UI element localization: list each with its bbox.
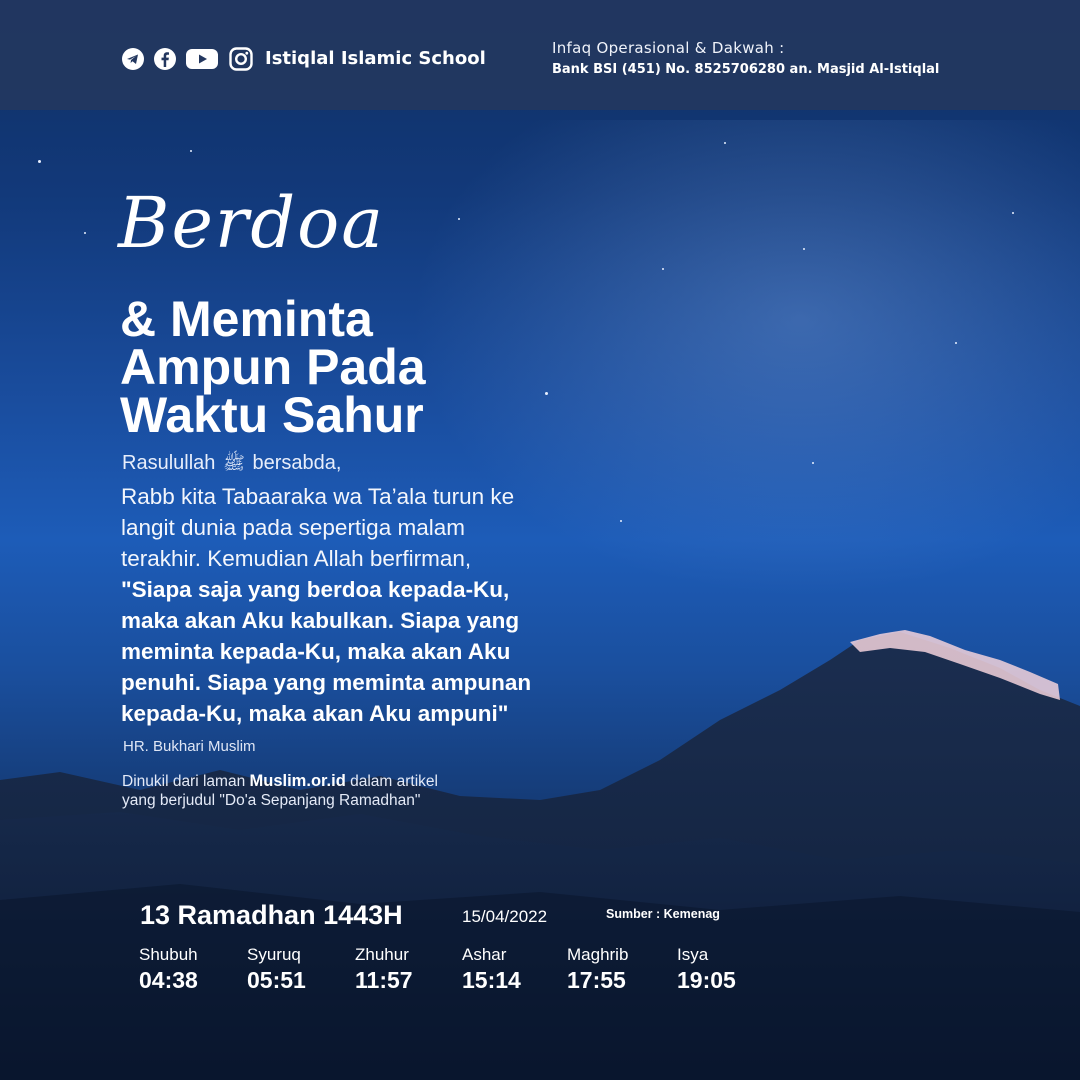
hadith-line: langit dunia pada sepertiga malam [121,515,465,540]
infaq-label: Infaq Operasional & Dakwah : [552,39,785,57]
headline-line-3: Waktu Sahur [120,387,424,443]
intro-before: Rasulullah [122,452,216,474]
source-note: Dinukil dari laman Muslim.or.id dalam ar… [122,772,438,810]
prayer-time-shubuh: 04:38 [139,967,198,993]
source-prefix: Dinukil dari laman [122,773,246,790]
prayer-time-maghrib: 17:55 [567,967,626,993]
youtube-icon[interactable] [186,47,218,71]
prayer-name-ashar: Ashar [462,945,507,964]
schedule-source: Sumber : Kemenag [606,907,720,921]
quote-line: maka akan Aku kabulkan. Siapa yang [121,608,520,633]
instagram-icon[interactable] [229,47,253,71]
hadith-line: Rabb kita Tabaaraka wa Ta’ala turun ke [121,484,515,509]
headline-script: Berdoa [118,182,386,264]
hadith-intro: Rasulullah ﷺ bersabda, [122,452,341,478]
bank-info: Bank BSI (451) No. 8525706280 an. Masjid… [552,62,940,77]
hadith-regular: Rabb kita Tabaaraka wa Ta’ala turun ke l… [121,481,514,574]
facebook-icon[interactable] [153,47,177,71]
salawat-icon: ﷺ [223,453,245,473]
source-suffix: dalam artikel [350,773,438,790]
quote-line: "Siapa saja yang berdoa kepada-Ku, [121,577,510,602]
poster: Istiqlal Islamic School Infaq Operasiona… [0,0,1080,1080]
prayer-name-shubuh: Shubuh [139,945,198,964]
quote-line: meminta kepada-Ku, maka akan Aku [121,639,511,664]
prayer-time-syuruq: 05:51 [247,967,306,993]
prayer-name-zhuhur: Zhuhur [355,945,409,964]
gregorian-date: 15/04/2022 [462,907,548,926]
source-site: Muslim.or.id [249,772,346,790]
quote-line: kepada-Ku, maka akan Aku ampuni" [121,701,509,726]
hadith-quote: "Siapa saja yang berdoa kepada-Ku, maka … [121,574,531,729]
hadith-reference: HR. Bukhari Muslim [123,738,256,755]
top-bar: Istiqlal Islamic School Infaq Operasiona… [0,0,1080,110]
prayer-name-maghrib: Maghrib [567,945,629,964]
telegram-icon[interactable] [121,47,145,71]
prayer-time-isya: 19:05 [677,967,736,993]
source-title: yang berjudul "Do'a Sepanjang Ramadhan" [122,792,421,809]
headline-line-2: Ampun Pada [120,339,426,395]
intro-after: bersabda, [252,452,342,474]
school-name: Istiqlal Islamic School [265,48,486,69]
hadith-line: terakhir. Kemudian Allah berfirman, [121,546,472,571]
prayer-time-zhuhur: 11:57 [355,967,413,993]
hijri-date: 13 Ramadhan 1443H [140,900,403,930]
prayer-time-ashar: 15:14 [462,967,521,993]
prayer-name-isya: Isya [677,945,709,964]
headline-line-1: & Meminta [120,291,373,347]
prayer-name-syuruq: Syuruq [247,945,301,964]
quote-line: penuhi. Siapa yang meminta ampunan [121,670,532,695]
